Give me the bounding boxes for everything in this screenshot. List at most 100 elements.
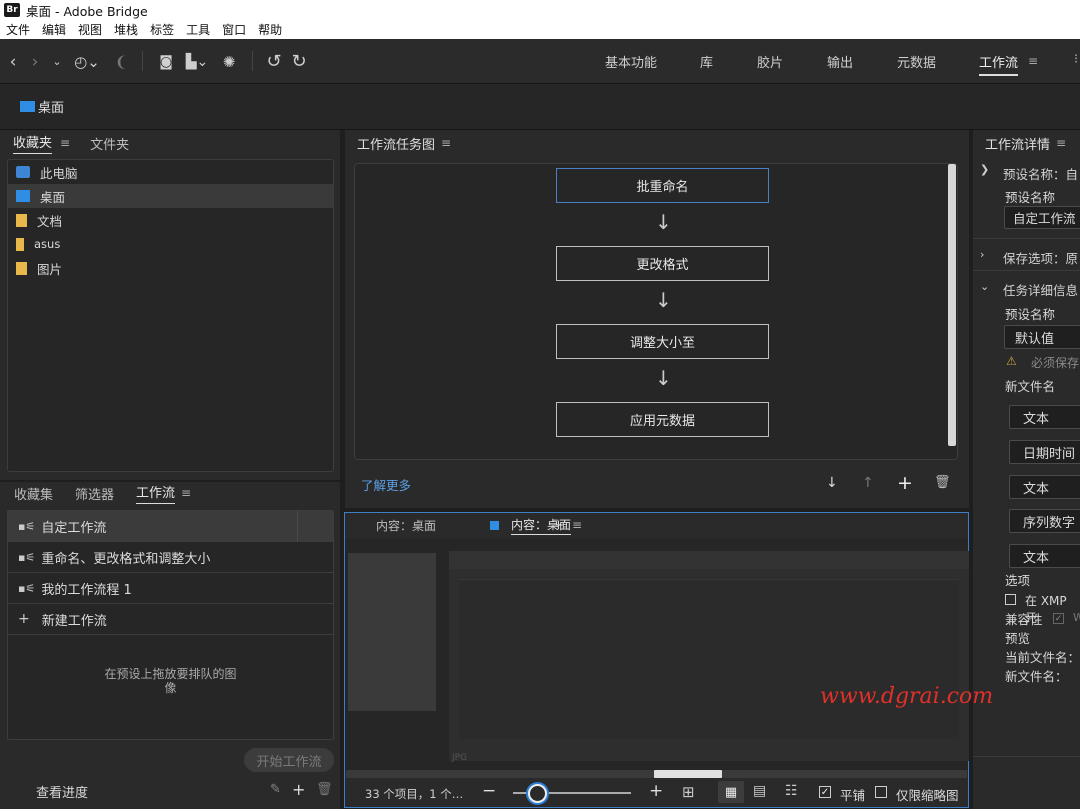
list-view-icon[interactable]: ☷	[785, 783, 798, 799]
list-item[interactable]: 桌面	[8, 184, 333, 208]
more-icon[interactable]: ⁝	[1074, 52, 1078, 67]
recent-files-icon[interactable]: ◴⌄	[72, 39, 102, 84]
save-options-header[interactable]: 保存选项：原	[1003, 248, 1078, 267]
window-title: 桌面 - Adobe Bridge	[26, 3, 148, 19]
add-tab-icon[interactable]: +	[553, 518, 564, 533]
delete-task-icon[interactable]: 🗑	[934, 475, 951, 490]
compatibility-label: 兼容性	[1005, 612, 1043, 627]
back-icon[interactable]: ‹	[4, 39, 22, 84]
start-workflow-button[interactable]: 开始工作流	[244, 748, 334, 772]
task-details-header[interactable]: 任务详细信息	[1003, 280, 1078, 299]
stack-checkbox[interactable]: ✓	[819, 786, 831, 798]
move-up-icon[interactable]: ↑	[862, 475, 874, 491]
rename-field-3[interactable]: 文本	[1009, 475, 1080, 499]
panel-menu-icon[interactable]: ≡	[572, 518, 582, 532]
menu-file[interactable]: 文件	[6, 21, 30, 38]
path-segment-desktop[interactable]: 桌面	[38, 97, 64, 116]
list-item[interactable]: asus	[8, 232, 333, 256]
open-camera-raw-icon[interactable]: ✺	[219, 39, 239, 84]
rotate-right-icon[interactable]: ↻	[289, 39, 309, 84]
menu-tools[interactable]: 工具	[186, 21, 210, 38]
user-folder-icon	[16, 237, 24, 251]
vertical-scrollbar[interactable]	[948, 164, 956, 446]
zoom-out-icon[interactable]: −	[482, 781, 496, 801]
add-task-icon[interactable]: +	[897, 472, 913, 494]
list-item[interactable]: 文档	[8, 208, 333, 232]
list-item[interactable]: ▪⚟ 重命名、更改格式和调整大小	[8, 542, 333, 573]
chevron-right-icon[interactable]: ›	[980, 248, 984, 261]
chevron-down-icon[interactable]: ⌄	[980, 280, 989, 293]
menu-label[interactable]: 标签	[150, 21, 174, 38]
details-view-icon[interactable]: ▤	[753, 783, 766, 799]
refine-icon[interactable]: ▙⌄	[182, 39, 212, 84]
workspace-essentials[interactable]: 基本功能	[605, 52, 657, 71]
move-down-icon[interactable]: ↓	[826, 475, 838, 491]
task-node-apply-metadata[interactable]: 应用元数据	[556, 402, 769, 437]
workspace-output[interactable]: 输出	[827, 52, 853, 71]
list-item[interactable]: ▪⚟ 自定工作流	[8, 511, 333, 542]
menu-help[interactable]: 帮助	[258, 21, 282, 38]
list-item[interactable]: 此电脑	[8, 160, 333, 184]
rename-field-2[interactable]: 日期时间	[1009, 440, 1080, 464]
chevron-down-icon[interactable]: ⌄	[50, 39, 64, 84]
task-node-resize[interactable]: 调整大小至	[556, 324, 769, 359]
task-node-change-format[interactable]: 更改格式	[556, 246, 769, 281]
panel-menu-icon[interactable]: ≡	[181, 486, 191, 500]
menu-stack[interactable]: 堆栈	[114, 21, 138, 38]
learn-more-link[interactable]: 了解更多	[361, 475, 411, 494]
camera-import-icon[interactable]: ◙	[156, 39, 176, 84]
forward-icon[interactable]: ›	[26, 39, 44, 84]
path-bar: 桌面	[0, 84, 1080, 130]
panel-menu-icon[interactable]: ≡	[60, 136, 70, 150]
workspace-metadata[interactable]: 元数据	[897, 52, 936, 71]
menu-view[interactable]: 视图	[78, 21, 102, 38]
thumbnail-area	[449, 551, 969, 761]
scroll-thumb[interactable]	[654, 770, 722, 778]
thumbnails-only-checkbox[interactable]	[875, 786, 887, 798]
new-workflow-button[interactable]: + 新建工作流	[8, 604, 333, 635]
tab-content-1[interactable]: 内容：桌面	[376, 517, 436, 534]
workspace-libraries[interactable]: 库	[700, 52, 713, 71]
watermark: www.dgrai.com	[820, 684, 994, 709]
workspace-menu-icon[interactable]: ≡	[1028, 54, 1038, 68]
panel-menu-icon[interactable]: ≡	[1056, 136, 1066, 150]
menu-edit[interactable]: 编辑	[42, 21, 66, 38]
grid-lock-icon[interactable]: ⊞	[682, 783, 695, 801]
list-item[interactable]: 图片	[8, 256, 333, 280]
view-progress-link[interactable]: 查看进度	[36, 782, 88, 801]
tab-collections[interactable]: 收藏集	[14, 484, 53, 503]
task-node-batch-rename[interactable]: 批重命名	[556, 168, 769, 203]
tab-workflow[interactable]: 工作流	[136, 482, 176, 504]
tab-folders[interactable]: 文件夹	[90, 134, 129, 153]
tab-filter[interactable]: 筛选器	[75, 484, 114, 503]
rename-field-5[interactable]: 文本	[1009, 544, 1080, 568]
workspace-filmstrip[interactable]: 胶片	[757, 52, 783, 71]
chevron-down-icon[interactable]: ❯	[980, 163, 989, 176]
menu-bar: 文件 编辑 视图 堆栈 标签 工具 窗口 帮助	[0, 20, 1080, 39]
thumbnail[interactable]	[348, 553, 436, 711]
add-icon[interactable]: +	[292, 780, 305, 799]
compat-checkbox[interactable]: ✓	[1053, 613, 1064, 624]
rename-field-1[interactable]: 文本	[1009, 405, 1080, 429]
warning-text: 必须保存	[1031, 356, 1080, 370]
zoom-in-icon[interactable]: +	[649, 781, 663, 801]
task-preset-select[interactable]: 默认值	[1004, 325, 1080, 349]
tab-favorites[interactable]: 收藏夹	[13, 132, 53, 154]
zoom-slider-handle[interactable]	[528, 784, 547, 803]
preset-section-header[interactable]: 预设名称：自	[1003, 164, 1078, 183]
edit-icon[interactable]: ✎	[270, 782, 281, 797]
preset-name-field[interactable]: 自定工作流	[1004, 206, 1080, 229]
panel-menu-icon[interactable]: ≡	[441, 136, 451, 150]
list-item[interactable]: ▪⚟ 我的工作流程 1	[8, 573, 333, 604]
rotate-left-icon[interactable]: ↺	[264, 39, 284, 84]
task-graph-canvas: 批重命名 ↓ 更改格式 ↓ 调整大小至 ↓ 应用元数据	[354, 163, 958, 460]
thumbnail-view-icon[interactable]: ▦	[718, 781, 744, 803]
menu-window[interactable]: 窗口	[222, 21, 246, 38]
rename-field-4[interactable]: 序列数字	[1009, 509, 1080, 533]
horizontal-scrollbar[interactable]	[346, 770, 967, 778]
xmp-checkbox[interactable]	[1005, 594, 1016, 605]
preview-label: 预览	[1005, 631, 1031, 646]
trash-icon[interactable]: 🗑	[316, 782, 333, 797]
boomerang-icon[interactable]: ❨	[112, 39, 130, 84]
workspace-workflow[interactable]: 工作流	[979, 52, 1019, 76]
